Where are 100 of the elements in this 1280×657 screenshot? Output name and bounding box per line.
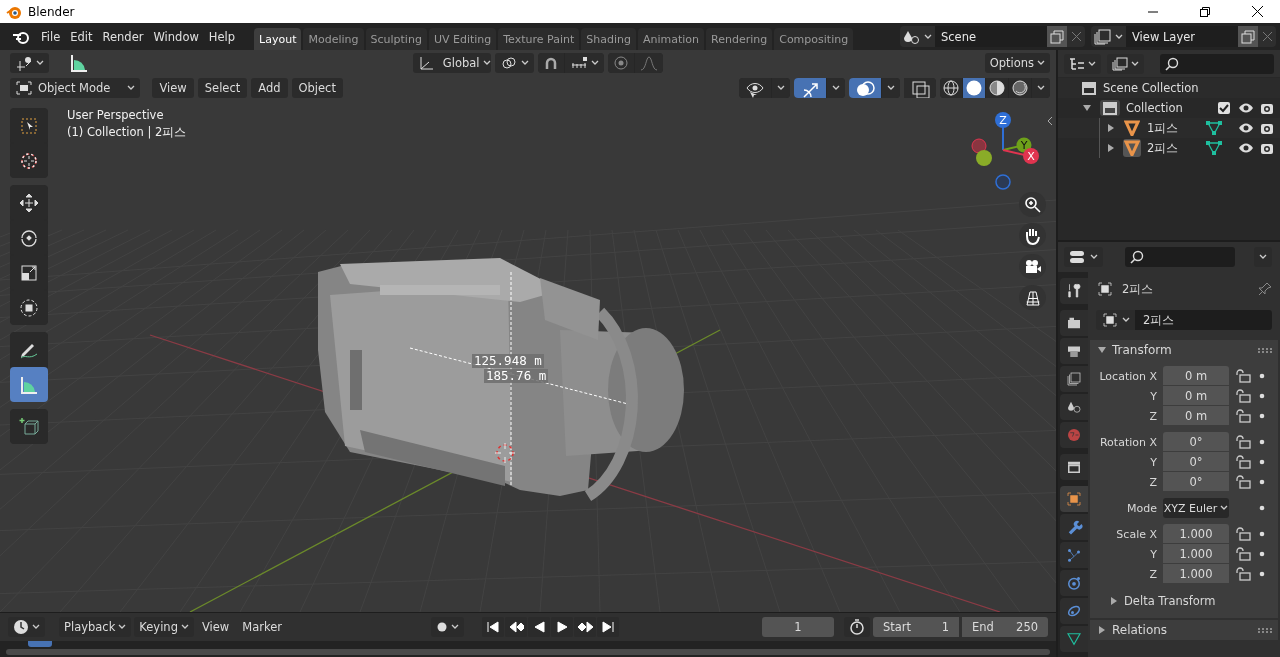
expand-toggle[interactable] xyxy=(1083,104,1091,112)
number-field[interactable]: 0° xyxy=(1163,432,1229,451)
sidebar-toggle-icon[interactable] xyxy=(1046,116,1054,126)
menu-dropdown[interactable]: Keying xyxy=(134,617,194,637)
workspace-tab[interactable]: Compositing xyxy=(774,28,854,50)
viewport-toggle[interactable] xyxy=(904,77,936,98)
number-field[interactable]: 0° xyxy=(1163,472,1229,491)
next-keyframe-button[interactable] xyxy=(573,617,596,637)
panel-header[interactable]: Transform xyxy=(1090,340,1278,360)
properties-tab[interactable] xyxy=(1060,338,1088,364)
pivot-dropdown[interactable] xyxy=(494,52,534,73)
snap-toggle[interactable] xyxy=(537,52,564,73)
toggle-dropdown[interactable] xyxy=(827,77,845,98)
filter-dropdown[interactable] xyxy=(1107,53,1144,74)
prev-keyframe-button[interactable] xyxy=(504,617,527,637)
menu-dropdown[interactable]: Playback xyxy=(59,617,132,637)
viewport-toggle[interactable] xyxy=(794,77,826,98)
outliner-item[interactable]: 1피스 xyxy=(1147,120,1179,136)
workspace-tab[interactable]: Modeling xyxy=(303,28,364,50)
workspace-tab[interactable]: Rendering xyxy=(706,28,773,50)
menu-item[interactable]: Select xyxy=(197,77,248,98)
view-layer-dropdown[interactable] xyxy=(1091,26,1126,47)
viewport-toggle[interactable] xyxy=(849,77,881,98)
preview-range-button[interactable] xyxy=(844,617,870,637)
pan-button[interactable] xyxy=(1019,223,1046,248)
scene-type-dropdown[interactable] xyxy=(900,26,935,47)
menu-item[interactable]: Help xyxy=(203,26,241,47)
workspace-tab[interactable]: Sculpting xyxy=(365,28,427,50)
workspace-tab[interactable]: Layout xyxy=(254,28,302,50)
options-dropdown[interactable] xyxy=(1254,247,1272,267)
menu-item[interactable]: View xyxy=(152,77,194,98)
play-reverse-button[interactable] xyxy=(527,617,550,637)
number-field[interactable]: 0 m xyxy=(1163,366,1229,385)
number-field[interactable]: 0 m xyxy=(1163,406,1229,425)
workspace-tab[interactable]: Animation xyxy=(637,28,705,50)
menu-item[interactable]: Marker xyxy=(237,617,287,637)
editor-type-dropdown[interactable] xyxy=(8,617,45,637)
shading-button[interactable] xyxy=(986,77,1008,98)
workspace-tab[interactable]: UV Editing xyxy=(428,28,497,50)
proportional-toggle[interactable] xyxy=(607,52,634,73)
number-field[interactable]: 1.000 xyxy=(1163,524,1229,543)
play-button[interactable] xyxy=(550,617,573,637)
search-field[interactable] xyxy=(1125,247,1235,267)
jump-end-button[interactable] xyxy=(596,617,619,637)
navigation-gizmo[interactable]: Z Y X xyxy=(962,105,1042,195)
playhead-marker[interactable] xyxy=(28,641,52,647)
shading-dropdown[interactable] xyxy=(1032,77,1050,98)
camera-button[interactable] xyxy=(1019,254,1046,279)
zoom-button[interactable] xyxy=(1019,192,1046,217)
mode-dropdown[interactable]: XYZ Euler xyxy=(1163,498,1229,518)
outliner-item[interactable]: Scene Collection xyxy=(1103,81,1199,95)
properties-tab[interactable] xyxy=(1060,366,1088,392)
snap-target-dropdown[interactable] xyxy=(564,52,604,73)
view-layer-field[interactable]: View Layer xyxy=(1126,26,1238,47)
editor-type-dropdown[interactable] xyxy=(1064,247,1103,267)
number-field[interactable]: 0° xyxy=(1163,452,1229,471)
outliner-item[interactable]: 2피스 xyxy=(1147,140,1179,156)
shading-button[interactable] xyxy=(940,77,962,98)
falloff-dropdown[interactable] xyxy=(634,52,663,73)
shading-button[interactable] xyxy=(963,77,985,98)
object-browse-dropdown[interactable] xyxy=(1096,310,1135,330)
options-dropdown[interactable]: Options xyxy=(984,52,1050,73)
panel-header[interactable]: Relations xyxy=(1090,620,1278,640)
viewport-toggle[interactable] xyxy=(739,77,771,98)
menu-item[interactable]: Add xyxy=(251,77,288,98)
outliner-item[interactable]: Collection xyxy=(1126,101,1183,115)
start-frame-field[interactable]: Start 1 xyxy=(873,617,959,637)
end-frame-field[interactable]: End 250 xyxy=(962,617,1048,637)
toggle-dropdown[interactable] xyxy=(772,77,790,98)
shading-button[interactable] xyxy=(1009,77,1031,98)
properties-tab[interactable] xyxy=(1060,454,1088,480)
subpanel-header[interactable]: Delta Transform xyxy=(1090,590,1278,612)
duplicate-button[interactable] xyxy=(1238,26,1258,47)
menu-item[interactable]: View xyxy=(196,617,235,637)
scrollbar[interactable] xyxy=(6,649,1050,655)
menu-item[interactable]: Edit xyxy=(65,26,98,47)
properties-tab[interactable] xyxy=(1060,514,1088,540)
properties-tab[interactable] xyxy=(1060,310,1088,336)
properties-tab[interactable] xyxy=(1060,278,1088,304)
checkbox[interactable] xyxy=(1218,102,1230,114)
remove-button[interactable] xyxy=(1067,26,1085,47)
number-field[interactable]: 1.000 xyxy=(1163,564,1229,583)
remove-button[interactable] xyxy=(1258,26,1276,47)
menu-item[interactable]: File xyxy=(36,26,66,47)
menu-item[interactable]: Object xyxy=(291,77,343,98)
display-mode-dropdown[interactable] xyxy=(1064,53,1101,74)
toggle-dropdown[interactable] xyxy=(882,77,900,98)
tool-dropdown[interactable] xyxy=(10,52,49,73)
workspace-tab[interactable]: Shading xyxy=(581,28,636,50)
name-field[interactable]: 2피스 xyxy=(1135,310,1272,330)
mode-dropdown[interactable]: Object Mode xyxy=(10,77,141,98)
menu-item[interactable]: Window xyxy=(148,26,204,47)
menu-item[interactable]: Render xyxy=(97,26,149,47)
current-frame-field[interactable]: 1 xyxy=(762,617,834,637)
search-field[interactable] xyxy=(1160,53,1274,74)
duplicate-button[interactable] xyxy=(1047,26,1067,47)
properties-tab[interactable] xyxy=(1060,626,1088,652)
record-button[interactable] xyxy=(430,617,464,637)
properties-tab[interactable] xyxy=(1060,394,1088,420)
orientation-dropdown[interactable]: Global xyxy=(412,52,491,73)
